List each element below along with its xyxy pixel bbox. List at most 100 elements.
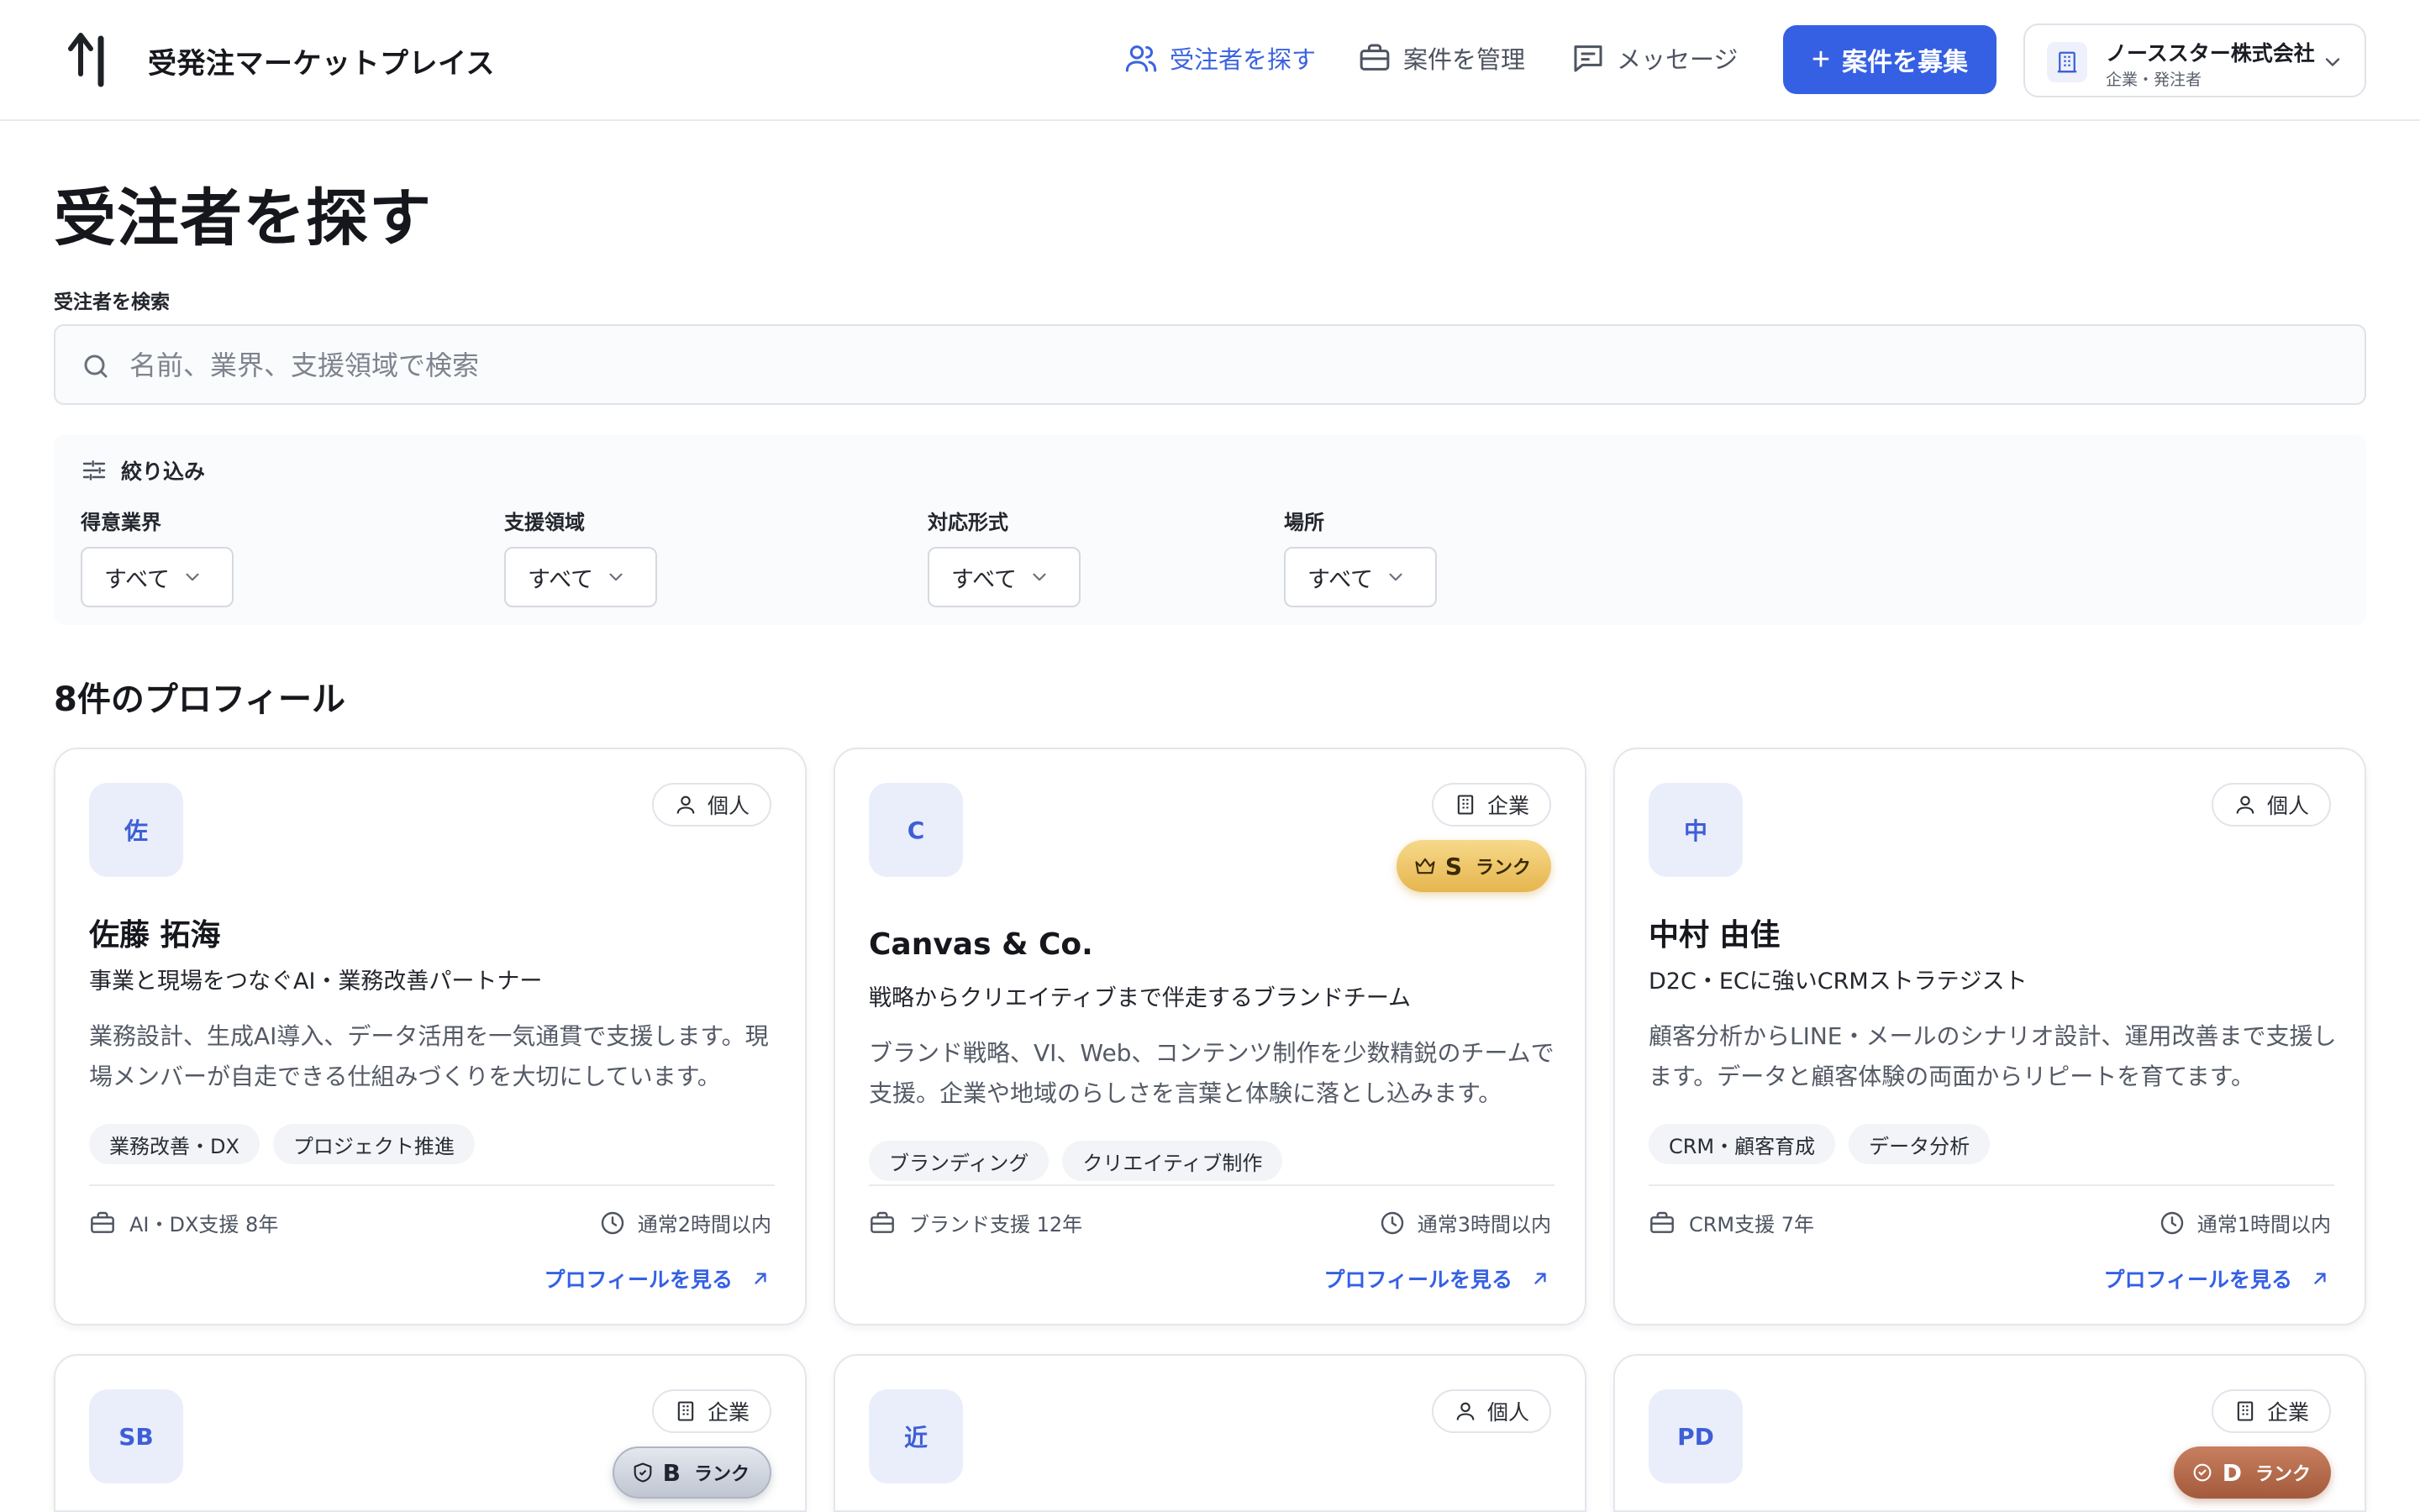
users-icon	[1125, 45, 1157, 72]
filter-heading: 絞り込み	[81, 455, 205, 486]
nav-find-contractors[interactable]: 受注者を探す	[1124, 40, 1316, 76]
avatar: 佐	[89, 783, 183, 877]
tag-chip: ブランディング	[869, 1141, 1050, 1181]
clock-icon	[2160, 1211, 2183, 1234]
rank-badge: D ランク	[2173, 1446, 2331, 1499]
response-time: 通常2時間以内	[599, 1208, 771, 1237]
type-badge: 企業	[1431, 783, 1551, 827]
arrow-up-right-icon	[755, 1273, 766, 1284]
chevron-down-icon	[609, 573, 623, 581]
profile-card[interactable]: PD 企業 D ランク	[1613, 1354, 2366, 1512]
avatar: 近	[869, 1389, 963, 1483]
shield-icon	[634, 1462, 652, 1483]
person-icon	[676, 795, 695, 814]
filter-format: 対応形式 すべて	[928, 506, 1081, 607]
filter-industry-select[interactable]: すべて	[81, 547, 234, 607]
type-badge: 企業	[651, 1389, 771, 1433]
post-project-button[interactable]: + 案件を募集	[1783, 25, 1996, 94]
rank-badge: S ランク	[1396, 840, 1551, 892]
nav-messages[interactable]: メッセージ	[1571, 40, 1738, 76]
filter-location-select[interactable]: すべて	[1284, 547, 1437, 607]
profile-card[interactable]: 近 個人	[834, 1354, 1586, 1512]
search-input[interactable]	[129, 344, 2314, 386]
nav-label: 受注者を探す	[1170, 45, 1317, 74]
experience: AI・DX支援 8年	[89, 1208, 278, 1237]
chevron-down-icon	[186, 573, 199, 581]
tag-list: CRM・顧客育成 データ分析	[1649, 1124, 1991, 1164]
avatar: 中	[1649, 783, 1743, 877]
avatar: SB	[89, 1389, 183, 1483]
profile-description: 顧客分析からLINE・メールのシナリオ設計、運用改善まで支援します。データと顧客…	[1649, 1022, 2337, 1090]
divider	[89, 1184, 775, 1186]
sliders-icon	[82, 460, 106, 480]
building-icon	[2237, 1401, 2254, 1421]
profile-description: ブランド戦略、VI、Web、コンテンツ制作を少数精鋭のチームで支援。企業や地域の…	[869, 1039, 1555, 1107]
type-badge: 個人	[2211, 783, 2331, 827]
nav-label: 案件を管理	[1403, 45, 1526, 74]
filter-industry: 得意業界 すべて	[81, 506, 234, 607]
account-switcher[interactable]: ノーススター株式会社 企業・発注者	[2023, 24, 2366, 97]
top-header: 受発注マーケットプレイス 受注者を探す 案件を管理 メッセージ + 案件を募集 …	[0, 0, 2420, 121]
filter-format-select[interactable]: すべて	[928, 547, 1081, 607]
rank-badge: B ランク	[612, 1446, 771, 1499]
filter-support-area: 支援領域 すべて	[504, 506, 657, 607]
experience: CRM支援 7年	[1649, 1208, 1814, 1237]
profile-card[interactable]: SB 企業 B ランク	[54, 1354, 807, 1512]
avatar: C	[869, 783, 963, 877]
building-icon	[677, 1401, 694, 1421]
tag-list: 業務改善・DX プロジェクト推進	[89, 1124, 475, 1164]
tag-chip: 業務改善・DX	[89, 1124, 260, 1164]
clock-icon	[1381, 1211, 1403, 1234]
search-box	[54, 324, 2366, 405]
profile-name[interactable]: Canvas & Co.	[869, 927, 1093, 962]
search-icon	[84, 354, 108, 378]
profile-tagline: 戦略からクリエイティブまで伴走するブランドチーム	[869, 985, 1412, 1011]
message-icon	[1574, 45, 1602, 72]
page-title: 受注者を探す	[54, 182, 432, 255]
chevron-down-icon	[1033, 573, 1046, 581]
building-icon	[1457, 795, 1474, 815]
badge-check-icon	[2193, 1463, 2212, 1482]
arrow-logo-icon[interactable]	[67, 30, 111, 89]
response-time: 通常3時間以内	[1379, 1208, 1551, 1237]
briefcase-icon	[871, 1211, 894, 1233]
type-badge: 個人	[651, 783, 771, 827]
briefcase-icon	[91, 1211, 114, 1233]
nav-label: メッセージ	[1617, 45, 1739, 74]
view-profile-link[interactable]: プロフィールを見る	[544, 1263, 771, 1294]
profile-tagline: D2C・ECに強いCRMストラテジスト	[1649, 969, 2028, 995]
arrow-up-right-icon	[2314, 1273, 2326, 1284]
tag-chip: クリエイティブ制作	[1062, 1141, 1283, 1181]
profile-card[interactable]: C 企業 S ランク Canvas & Co. 戦略からクリエイティブまで伴走す…	[834, 748, 1586, 1326]
plus-icon: +	[1811, 42, 1831, 77]
person-icon	[1456, 1402, 1475, 1420]
view-profile-link[interactable]: プロフィールを見る	[2103, 1263, 2331, 1294]
nav-manage-projects[interactable]: 案件を管理	[1358, 40, 1525, 76]
result-count: 8件のプロフィール	[54, 680, 346, 719]
profile-card[interactable]: 佐 個人 佐藤 拓海 事業と現場をつなぐAI・業務改善パートナー 業務設計、生成…	[54, 748, 807, 1326]
experience: ブランド支援 12年	[869, 1208, 1082, 1237]
account-role: 企業・発注者	[2106, 71, 2202, 89]
building-icon	[2047, 42, 2087, 82]
account-name: ノーススター株式会社	[2106, 41, 2315, 66]
chevron-down-icon	[1389, 573, 1402, 581]
view-profile-link[interactable]: プロフィールを見る	[1323, 1263, 1551, 1294]
profile-name[interactable]: 中村 由佳	[1649, 911, 1781, 954]
person-icon	[2236, 795, 2254, 814]
profile-description: 業務設計、生成AI導入、データ活用を一気通貫で支援します。現場メンバーが自走でき…	[89, 1022, 769, 1090]
filter-location: 場所 すべて	[1284, 506, 1437, 607]
search-label: 受注者を検索	[54, 291, 170, 313]
avatar: PD	[1649, 1389, 1743, 1483]
arrow-up-right-icon	[1534, 1273, 1546, 1284]
tag-chip: CRM・顧客育成	[1649, 1124, 1836, 1164]
profile-card[interactable]: 中 個人 中村 由佳 D2C・ECに強いCRMストラテジスト 顧客分析からLIN…	[1613, 748, 2366, 1326]
crown-icon	[1415, 858, 1435, 874]
brand-name[interactable]: 受発注マーケットプレイス	[148, 40, 495, 81]
filter-panel: 絞り込み 得意業界 すべて 支援領域 すべて 対応形式 すべて 場所 すべて	[54, 435, 2366, 625]
briefcase-icon	[1650, 1211, 1674, 1233]
filter-support-area-select[interactable]: すべて	[504, 547, 657, 607]
profile-tagline: 事業と現場をつなぐAI・業務改善パートナー	[89, 969, 543, 995]
briefcase-icon	[1360, 44, 1390, 71]
profile-name[interactable]: 佐藤 拓海	[89, 911, 221, 954]
chevron-down-icon	[2325, 58, 2340, 66]
